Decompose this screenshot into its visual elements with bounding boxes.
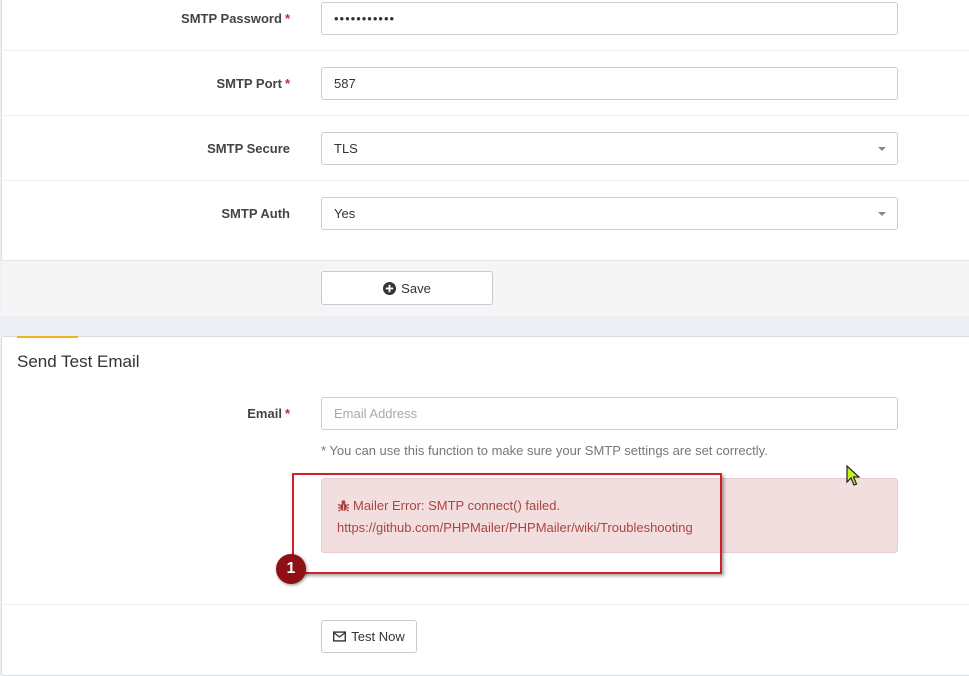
row-divider (1, 50, 969, 51)
plus-circle-icon (383, 281, 397, 295)
chevron-down-icon (878, 147, 886, 151)
smtp-auth-label: SMTP Auth (221, 206, 290, 221)
help-text: * You can use this function to make sure… (321, 443, 768, 458)
mouse-cursor-icon (846, 465, 861, 486)
row-divider (1, 604, 969, 605)
smtp-password-input[interactable]: ••••••••••• (321, 2, 898, 35)
save-button[interactable]: Save (321, 271, 493, 305)
save-button-label: Save (401, 280, 431, 296)
smtp-secure-select[interactable]: TLS (321, 132, 898, 165)
envelope-icon (333, 631, 347, 642)
chevron-down-icon (878, 212, 886, 216)
row-divider (1, 180, 969, 181)
smtp-port-label: SMTP Port * (216, 76, 290, 91)
smtp-secure-value: TLS (334, 141, 358, 156)
email-input[interactable]: Email Address (321, 397, 898, 430)
annotation-number-badge: 1 (276, 554, 306, 584)
smtp-port-input[interactable]: 587 (321, 67, 898, 100)
smtp-password-label: SMTP Password * (181, 11, 290, 26)
smtp-auth-value: Yes (334, 206, 356, 221)
test-now-button-label: Test Now (351, 629, 405, 644)
email-label: Email * (247, 406, 290, 421)
row-divider (1, 115, 969, 116)
panel-accent-bar (17, 336, 78, 338)
annotation-highlight-box (292, 473, 722, 574)
smtp-secure-label: SMTP Secure (207, 141, 290, 156)
smtp-auth-select[interactable]: Yes (321, 197, 898, 230)
panel-title: Send Test Email (17, 352, 140, 371)
test-now-button[interactable]: Test Now (321, 620, 417, 653)
